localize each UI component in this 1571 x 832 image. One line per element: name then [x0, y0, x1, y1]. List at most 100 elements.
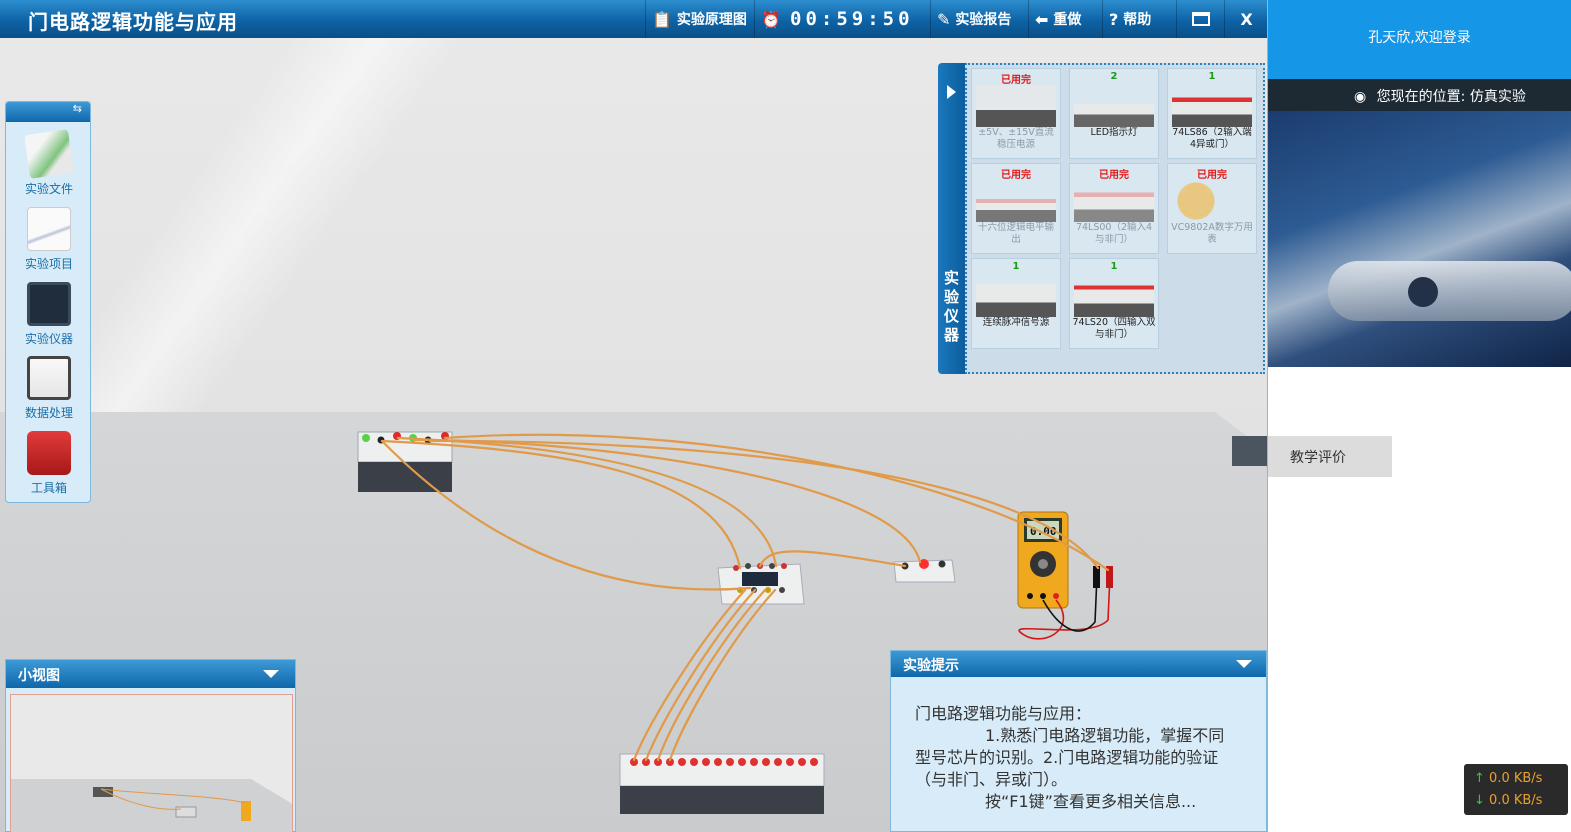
mini-map-header[interactable]: 小视图: [6, 660, 295, 688]
hint-panel: 实验提示 门电路逻辑功能与应用： 1.熟悉门电路逻辑功能，掌握不同型号芯片的识别…: [890, 650, 1267, 832]
item-count: 已用完: [1197, 170, 1227, 181]
help-button[interactable]: ? 帮助: [1102, 0, 1157, 38]
instrument-panel-toggle[interactable]: 实验仪器: [938, 63, 965, 374]
download-speed: ↓ 0.0 KB/s: [1474, 790, 1568, 812]
instrument-item[interactable]: 1 连续脉冲信号源: [971, 258, 1061, 349]
right-page: 孔天欣,欢迎登录 ◉ 您现在的位置: 仿真实验 教学评价: [1268, 0, 1571, 832]
close-button[interactable]: X: [1224, 0, 1267, 38]
chip-74ls86-thumb: [1172, 85, 1252, 127]
tool-label: 实验项目: [24, 257, 73, 271]
hint-line-2: 1.熟悉门电路逻辑功能，掌握不同型号芯片的识别。2.门电路逻辑功能的验证（与非门…: [915, 726, 1225, 789]
tool-experiment-project[interactable]: 实验项目: [6, 207, 92, 272]
instrument-item[interactable]: 已用完 ±5V、±15V直流稳压电源: [971, 68, 1061, 159]
logic-level-output-module[interactable]: [619, 753, 825, 814]
item-count: 已用完: [1001, 170, 1031, 181]
item-name: 74LS20（四输入双与非门）: [1072, 317, 1156, 340]
power-supply-thumb: [976, 85, 1056, 127]
tool-label: 工具箱: [30, 481, 67, 495]
down-arrow-icon: ↓: [1474, 793, 1485, 808]
document-icon: [24, 129, 74, 179]
item-name: ±5V、±15V直流稳压电源: [978, 127, 1054, 150]
instrument-panel: 实验仪器 已用完 ±5V、±15V直流稳压电源 2 LED指示灯 1 74LS8…: [938, 63, 1266, 374]
multimeter-thumb: [1172, 180, 1252, 222]
hint-line-3: 按“F1键”查看更多相关信息...: [985, 792, 1197, 811]
network-speed-widget: ↑ 0.0 KB/s ↓ 0.0 KB/s: [1464, 764, 1568, 815]
title-bar: 门电路逻辑功能与应用 📋 实验原理图 ⏰ 00:59:50 ✎ 实验报告 ⬅ 重…: [0, 0, 1267, 38]
mini-map-panel: 小视图: [5, 659, 296, 832]
instrument-item[interactable]: 已用完 VC9802A数字万用表: [1167, 163, 1257, 254]
hint-header[interactable]: 实验提示: [891, 651, 1266, 677]
tool-label: 实验仪器: [24, 332, 73, 346]
location-pin-icon: ◉: [1354, 89, 1367, 105]
instrument-grid: 已用完 ±5V、±15V直流稳压电源 2 LED指示灯 1 74LS86（2输入…: [965, 63, 1265, 374]
location-text: 您现在的位置: 仿真实验: [1376, 89, 1526, 105]
tool-panel: ⇆ 实验文件 实验项目 实验仪器 数据处理 工具箱: [5, 101, 91, 503]
logic-level-thumb: [976, 180, 1056, 222]
back-arrow-icon: ⬅: [1035, 9, 1049, 29]
tool-label: 实验文件: [24, 182, 73, 196]
report-button[interactable]: ✎ 实验报告: [930, 0, 1017, 38]
redo-button[interactable]: ⬅ 重做: [1028, 0, 1087, 38]
led-module[interactable]: [893, 559, 956, 583]
tool-toolbox[interactable]: 工具箱: [6, 431, 92, 496]
maximize-icon: [1191, 12, 1210, 26]
chip-74ls20-thumb: [1074, 275, 1154, 317]
welcome-bar: 孔天欣,欢迎登录: [1268, 0, 1571, 79]
item-name: 连续脉冲信号源: [982, 317, 1050, 328]
tool-data-processing[interactable]: 数据处理: [6, 356, 92, 421]
item-count: 1: [1012, 261, 1020, 272]
item-name: 74LS00（2输入4与非门）: [1075, 222, 1153, 245]
up-arrow-icon: ↑: [1474, 771, 1485, 786]
chart-icon: [27, 356, 71, 400]
maximize-button[interactable]: [1176, 0, 1224, 38]
question-icon: ?: [1109, 9, 1119, 29]
download-speed-value: 0.0 KB/s: [1489, 793, 1543, 808]
simulator-window: 0.00 门电路逻辑功能与应用 📋 实验原理图 ⏰ 00:59:50 ✎ 实验报…: [0, 0, 1268, 832]
redo-label: 重做: [1053, 12, 1082, 28]
expand-arrow-icon: [947, 85, 956, 99]
edit-report-icon: ✎: [937, 9, 951, 29]
upload-speed: ↑ 0.0 KB/s: [1474, 768, 1568, 790]
help-label: 帮助: [1123, 12, 1152, 28]
instrument-item[interactable]: 1 74LS86（2输入端4异或门）: [1167, 68, 1257, 159]
collapse-caret-icon[interactable]: [1236, 660, 1252, 668]
multimeter-display: 0.00: [1030, 525, 1057, 538]
led-thumb: [1074, 85, 1154, 127]
item-name: VC9802A数字万用表: [1171, 222, 1253, 245]
chip-74ls00-thumb: [1074, 180, 1154, 222]
item-count: 2: [1110, 71, 1118, 82]
monitor-icon: [27, 282, 71, 326]
instrument-item[interactable]: 已用完 74LS00（2输入4与非门）: [1069, 163, 1159, 254]
item-count: 1: [1110, 261, 1118, 272]
instrument-item[interactable]: 2 LED指示灯: [1069, 68, 1159, 159]
eval-label: 教学评价: [1290, 450, 1346, 466]
hint-title: 实验提示: [903, 658, 959, 674]
teaching-evaluation-tab[interactable]: 教学评价: [1268, 436, 1392, 477]
instrument-item[interactable]: 1 74LS20（四输入双与非门）: [1069, 258, 1159, 349]
timer: 00:59:50: [790, 8, 914, 30]
item-count: 1: [1208, 71, 1216, 82]
tool-experiment-file[interactable]: 实验文件: [6, 129, 92, 197]
close-icon: X: [1240, 9, 1253, 29]
welcome-text: 孔天欣,欢迎登录: [1368, 30, 1471, 46]
principle-button[interactable]: 📋 实验原理图: [645, 0, 753, 38]
tool-experiment-instrument[interactable]: 实验仪器: [6, 282, 92, 347]
pulse-source-thumb: [976, 275, 1056, 317]
instrument-item[interactable]: 已用完 十六位逻辑电平输出: [971, 163, 1061, 254]
item-count: 已用完: [1099, 170, 1129, 181]
collapse-caret-icon[interactable]: [263, 670, 279, 678]
app-root: 0.00 门电路逻辑功能与应用 📋 实验原理图 ⏰ 00:59:50 ✎ 实验报…: [0, 0, 1571, 832]
toolbox-icon: [27, 431, 71, 475]
principle-label: 实验原理图: [676, 12, 747, 28]
tool-panel-toggle[interactable]: ⇆: [6, 102, 90, 122]
mini-map-view[interactable]: [10, 694, 293, 832]
clipboard-icon: 📋: [652, 9, 672, 29]
item-name: LED指示灯: [1090, 127, 1138, 138]
upload-speed-value: 0.0 KB/s: [1489, 771, 1543, 786]
report-label: 实验报告: [955, 12, 1012, 28]
chip-board[interactable]: [717, 563, 805, 605]
item-count: 已用完: [1001, 75, 1031, 86]
project-icon: [27, 207, 71, 251]
location-bar: ◉ 您现在的位置: 仿真实验: [1268, 79, 1571, 111]
item-name: 十六位逻辑电平输出: [977, 222, 1054, 245]
